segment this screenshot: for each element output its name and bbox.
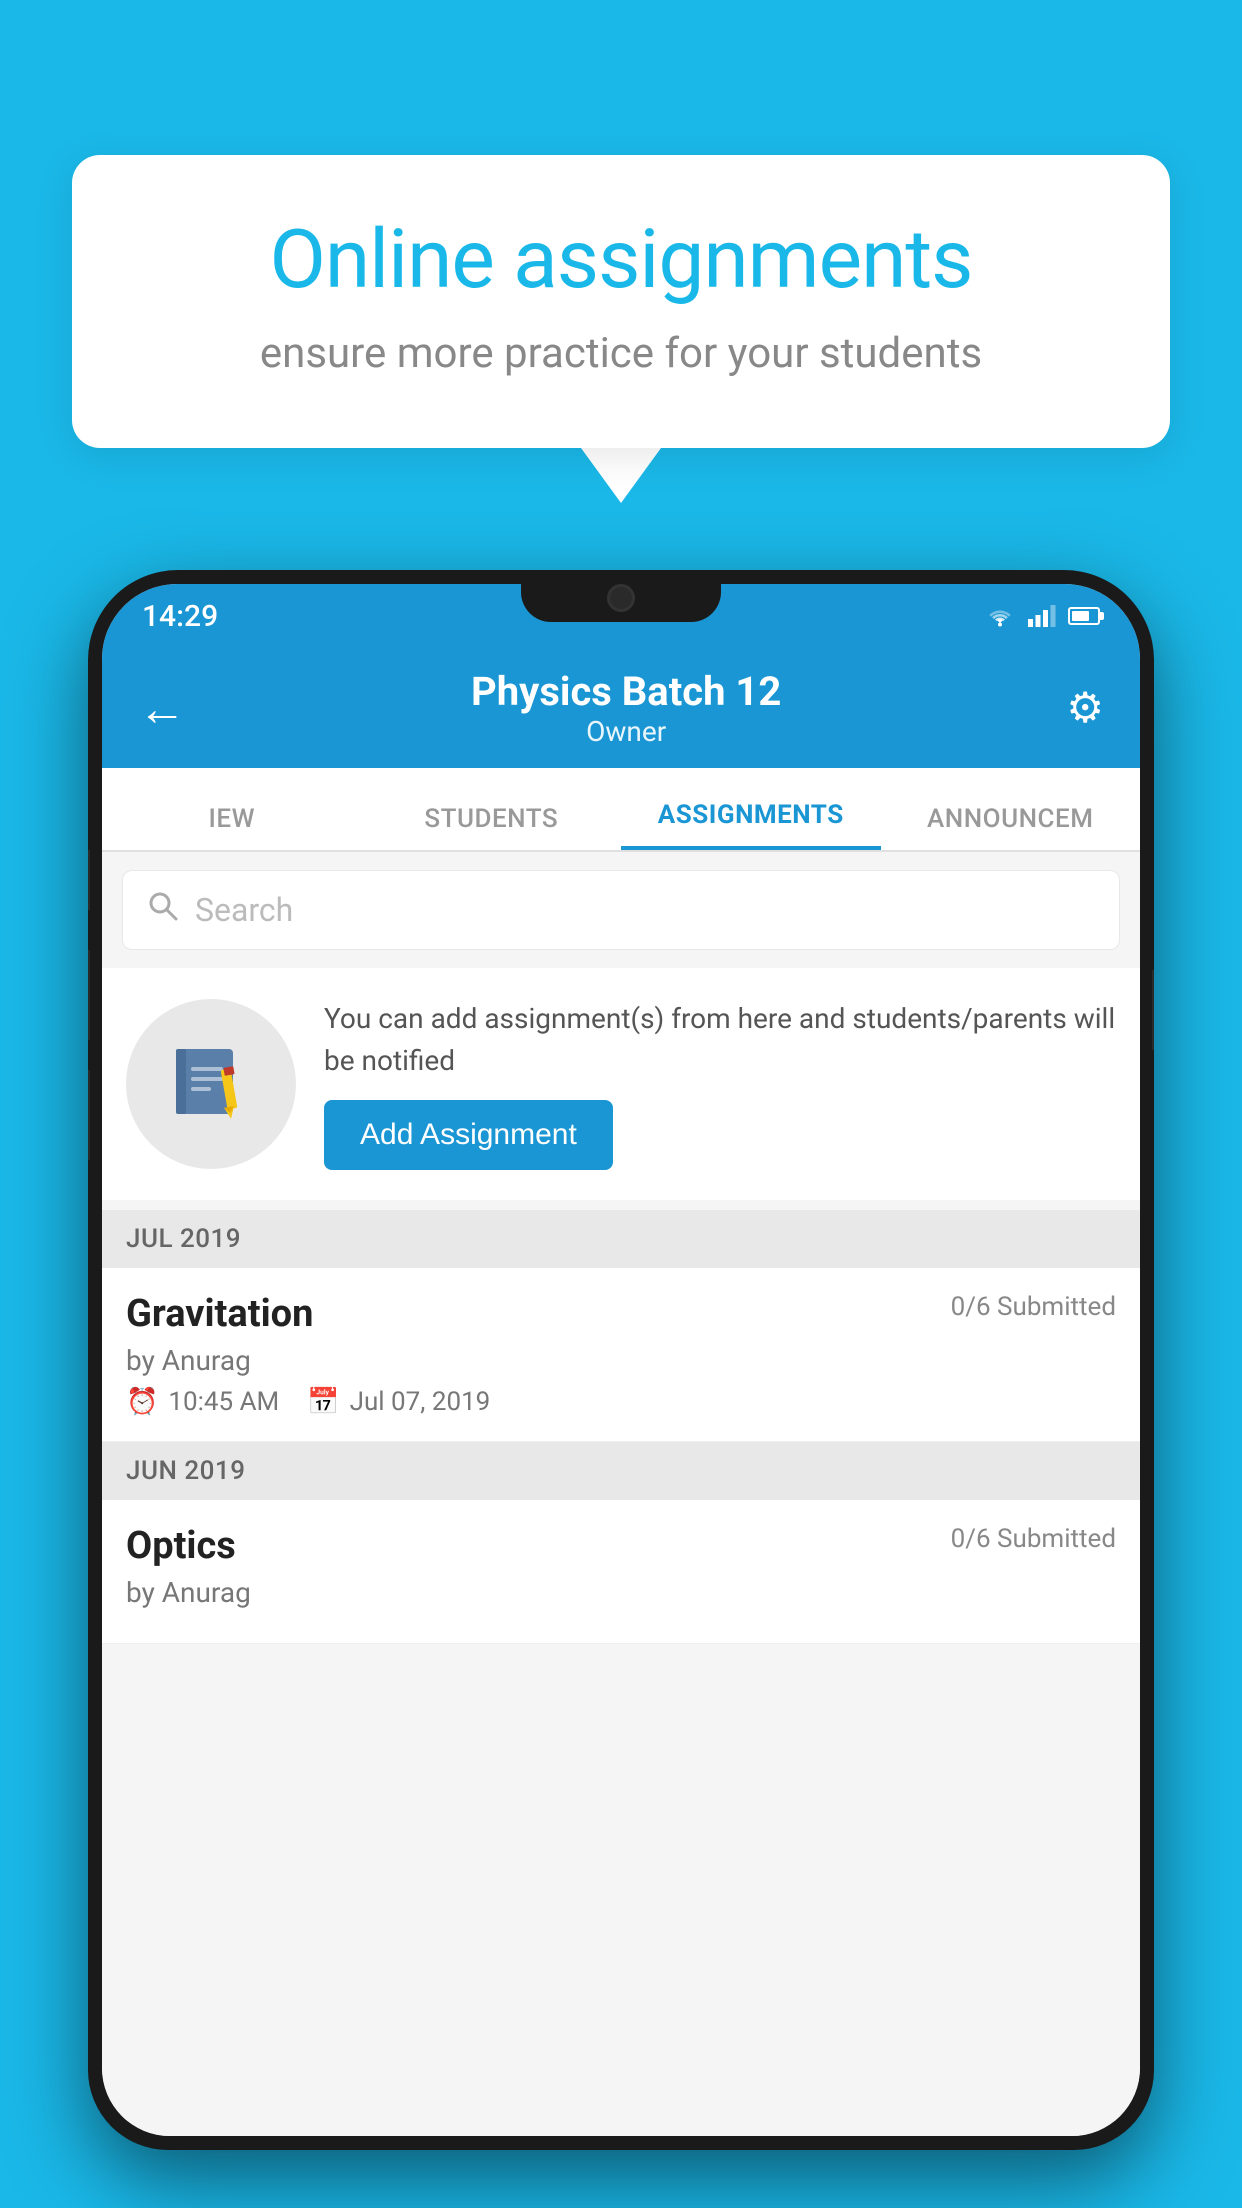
assignment-top-optics: Optics 0/6 Submitted: [126, 1524, 1116, 1568]
add-assignment-button[interactable]: Add Assignment: [324, 1100, 613, 1170]
assignment-name-gravitation: Gravitation: [126, 1292, 313, 1336]
notebook-icon: [166, 1039, 256, 1129]
phone-screen: 14:29: [102, 584, 1140, 2136]
settings-icon[interactable]: ⚙: [1066, 683, 1104, 733]
wifi-icon: [984, 605, 1016, 627]
assignment-submitted-optics: 0/6 Submitted: [951, 1524, 1116, 1554]
assignment-date-label: Jul 07, 2019: [350, 1387, 491, 1417]
phone-side-btn-left1: [88, 850, 90, 910]
promo-description: You can add assignment(s) from here and …: [324, 998, 1116, 1082]
phone-notch: [521, 570, 721, 622]
assignment-date-gravitation: 📅 Jul 07, 2019: [307, 1387, 490, 1417]
assignment-top-gravitation: Gravitation 0/6 Submitted: [126, 1292, 1116, 1336]
clock-icon: ⏰: [126, 1387, 158, 1417]
assignment-by-optics: by Anurag: [126, 1576, 1116, 1609]
speech-bubble-tail: [581, 448, 661, 503]
assignment-submitted-gravitation: 0/6 Submitted: [951, 1292, 1116, 1322]
assignment-time-gravitation: ⏰ 10:45 AM: [126, 1387, 279, 1417]
tab-announcements[interactable]: ANNOUNCEM: [881, 804, 1141, 850]
promo-text-block: You can add assignment(s) from here and …: [324, 998, 1116, 1170]
status-time: 14:29: [142, 599, 218, 634]
assignment-by-gravitation: by Anurag: [126, 1344, 1116, 1377]
promo-icon-circle: [126, 999, 296, 1169]
speech-bubble-subtitle: ensure more practice for your students: [152, 329, 1090, 378]
battery-icon: [1068, 607, 1100, 625]
header-subtitle: Owner: [186, 715, 1066, 748]
notch-camera: [607, 584, 635, 612]
section-header-jun2019: JUN 2019: [102, 1442, 1140, 1500]
assignment-name-optics: Optics: [126, 1524, 236, 1568]
phone-side-btn-left2: [88, 950, 90, 1040]
assignment-meta-gravitation: ⏰ 10:45 AM 📅 Jul 07, 2019: [126, 1387, 1116, 1417]
header-title-block: Physics Batch 12 Owner: [186, 668, 1066, 748]
app-header: ← Physics Batch 12 Owner ⚙: [102, 648, 1140, 768]
status-icons: [984, 605, 1100, 627]
speech-bubble-title: Online assignments: [152, 215, 1090, 305]
tabs-bar: IEW STUDENTS ASSIGNMENTS ANNOUNCEM: [102, 768, 1140, 852]
add-promo: You can add assignment(s) from here and …: [102, 968, 1140, 1200]
speech-bubble: Online assignments ensure more practice …: [72, 155, 1170, 448]
back-button[interactable]: ←: [138, 680, 186, 737]
assignment-item-gravitation[interactable]: Gravitation 0/6 Submitted by Anurag ⏰ 10…: [102, 1268, 1140, 1442]
speech-bubble-wrapper: Online assignments ensure more practice …: [72, 155, 1170, 503]
content-area: Search: [102, 852, 1140, 2136]
phone-outer: 14:29: [88, 570, 1154, 2208]
tab-assignments[interactable]: ASSIGNMENTS: [621, 800, 881, 850]
assignment-time-label: 10:45 AM: [168, 1387, 279, 1417]
tab-students[interactable]: STUDENTS: [362, 804, 622, 850]
phone-side-btn-right: [1152, 970, 1154, 1050]
search-icon: [147, 889, 179, 931]
calendar-icon: 📅: [307, 1387, 339, 1417]
signal-icon: [1028, 605, 1056, 627]
tab-iew[interactable]: IEW: [102, 804, 362, 850]
search-bar[interactable]: Search: [122, 870, 1120, 950]
phone-side-btn-left3: [88, 1070, 90, 1160]
header-title: Physics Batch 12: [186, 668, 1066, 715]
phone-frame: 14:29: [88, 570, 1154, 2150]
section-header-jul2019: JUL 2019: [102, 1210, 1140, 1268]
assignment-item-optics[interactable]: Optics 0/6 Submitted by Anurag: [102, 1500, 1140, 1644]
search-placeholder: Search: [195, 891, 293, 929]
